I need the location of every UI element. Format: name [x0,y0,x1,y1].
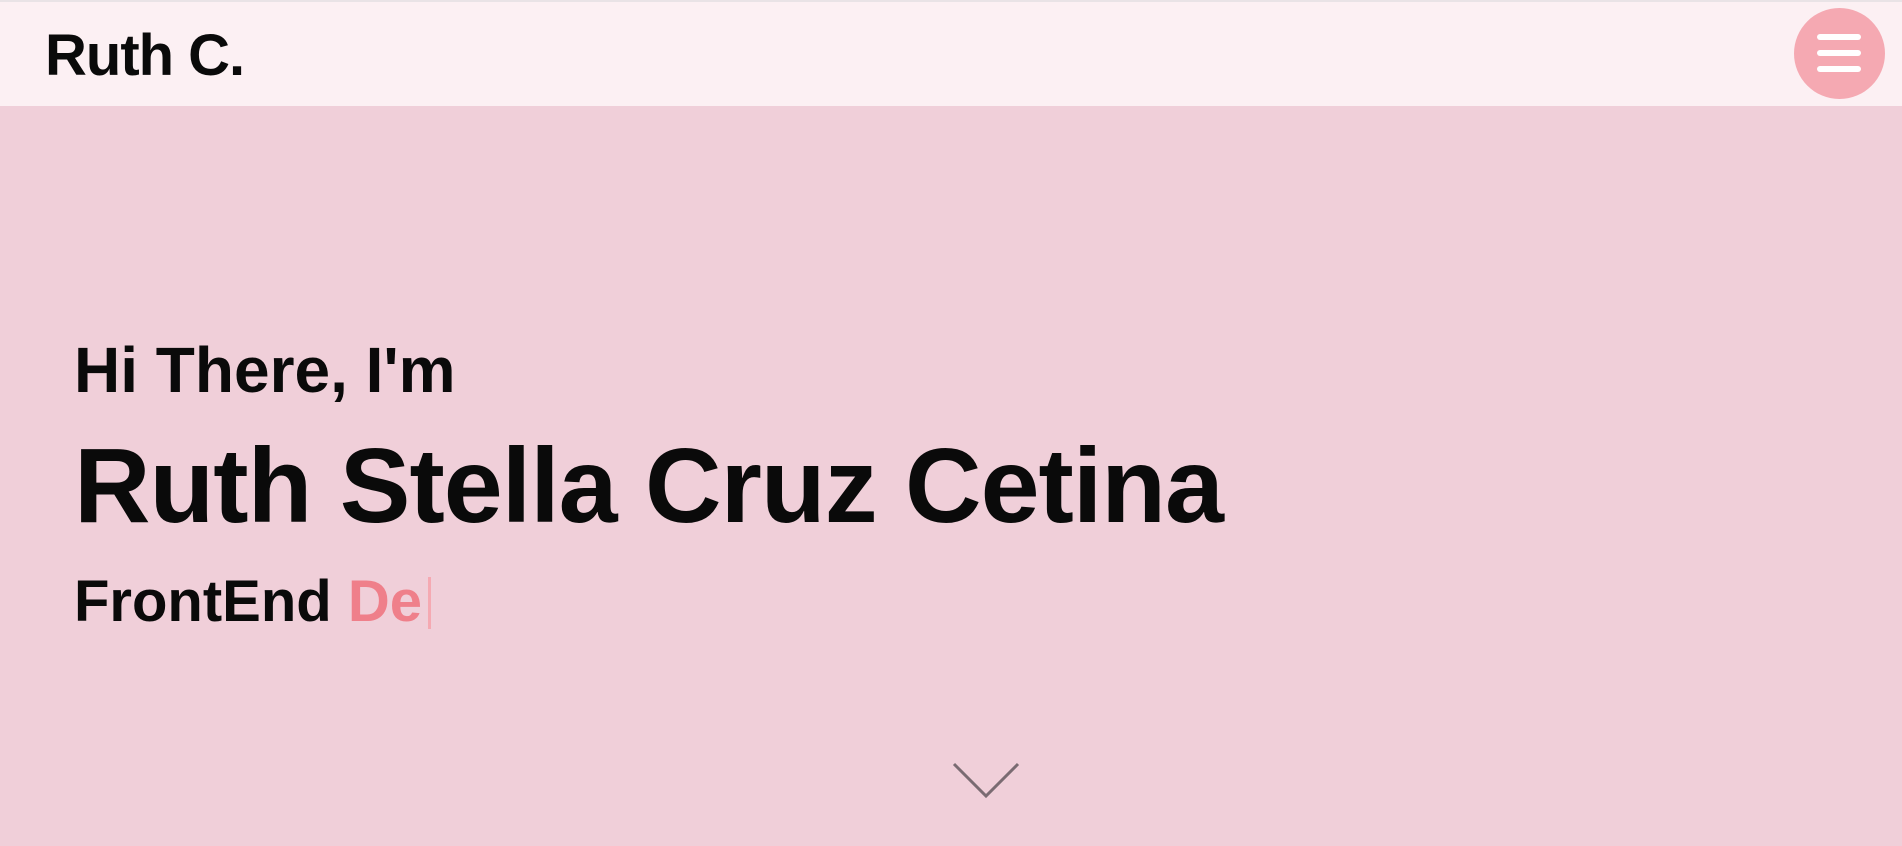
hero-role-prefix: FrontEnd [74,569,332,634]
hamburger-menu-icon-bar [1817,50,1861,56]
chevron-down-icon [952,762,1020,799]
hamburger-menu-icon [1817,34,1861,40]
site-logo[interactable]: Ruth C. [45,22,245,90]
hero-full-name: Ruth Stella Cruz Cetina [74,427,1224,545]
typing-cursor [428,577,431,629]
hero-role-typed-text: De [347,569,422,634]
hamburger-menu-icon-bar [1817,66,1861,72]
menu-button[interactable] [1794,8,1885,99]
hero-section: Hi There, I'm Ruth Stella Cruz Cetina Fr… [0,106,1902,846]
hero-greeting: Hi There, I'm [74,334,456,406]
hero-role-line: FrontEnd De [74,566,431,638]
top-navigation-bar: Ruth C. [0,0,1902,106]
scroll-down-button[interactable] [950,758,1022,802]
